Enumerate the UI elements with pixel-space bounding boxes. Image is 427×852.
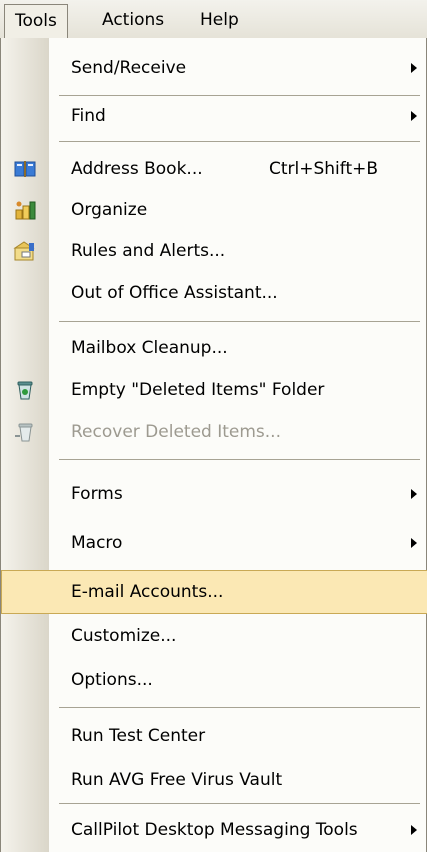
menu-item-label: Rules and Alerts... bbox=[71, 241, 226, 261]
address-book-icon bbox=[14, 161, 36, 177]
menu-item-label: Find bbox=[71, 106, 106, 126]
menu-actions[interactable]: Actions bbox=[92, 4, 174, 38]
menu-item-label: Run Test Center bbox=[71, 726, 206, 746]
rules-icon bbox=[13, 241, 35, 261]
menu-item-label: Address Book... bbox=[71, 159, 203, 179]
menu-item-mailbox-cleanup[interactable]: Mailbox Cleanup... bbox=[1, 326, 427, 370]
menu-item-run-avg-virus-vault[interactable]: Run AVG Free Virus Vault bbox=[1, 758, 427, 802]
recover-icon bbox=[15, 423, 33, 442]
menu-item-macro[interactable]: Macro bbox=[1, 521, 427, 565]
menu-help[interactable]: Help bbox=[190, 4, 249, 38]
shortcut-text: Ctrl+Shift+B bbox=[269, 159, 379, 179]
menu-item-label: Organize bbox=[71, 200, 148, 220]
separator bbox=[59, 141, 420, 142]
separator bbox=[59, 803, 420, 804]
menu-item-organize[interactable]: Organize bbox=[1, 188, 427, 232]
organize-icon bbox=[15, 201, 36, 220]
submenu-arrow-icon bbox=[411, 489, 417, 499]
submenu-arrow-icon bbox=[411, 63, 417, 73]
submenu-arrow-icon bbox=[411, 825, 417, 835]
menu-item-label: Options... bbox=[71, 670, 153, 690]
trash-icon bbox=[17, 381, 33, 400]
menu-item-label: CallPilot Desktop Messaging Tools bbox=[71, 820, 358, 840]
tools-dropdown-menu: Send/Receive Find Address Book... Ctrl+S… bbox=[0, 38, 427, 852]
menu-item-recover-deleted-items: Recover Deleted Items... bbox=[1, 410, 427, 454]
menu-item-find[interactable]: Find bbox=[1, 94, 427, 138]
menu-item-label: Mailbox Cleanup... bbox=[71, 338, 228, 358]
menu-item-label: Forms bbox=[71, 484, 123, 504]
menu-item-label: Recover Deleted Items... bbox=[71, 422, 281, 442]
menu-item-email-accounts[interactable]: E-mail Accounts... bbox=[1, 570, 427, 614]
menu-item-out-of-office[interactable]: Out of Office Assistant... bbox=[1, 271, 427, 315]
menu-item-label: Send/Receive bbox=[71, 58, 187, 78]
separator bbox=[59, 707, 420, 708]
menu-item-label: Out of Office Assistant... bbox=[71, 283, 278, 303]
menu-item-label: E-mail Accounts... bbox=[71, 582, 224, 602]
menu-item-address-book[interactable]: Address Book... Ctrl+Shift+B bbox=[1, 147, 427, 191]
menu-item-empty-deleted-items[interactable]: Empty "Deleted Items" Folder bbox=[1, 368, 427, 412]
menu-item-send-receive[interactable]: Send/Receive bbox=[1, 46, 427, 90]
menu-item-rules-and-alerts[interactable]: Rules and Alerts... bbox=[1, 229, 427, 273]
menu-item-label: Customize... bbox=[71, 626, 177, 646]
menu-item-callpilot-tools[interactable]: CallPilot Desktop Messaging Tools bbox=[1, 808, 427, 852]
menu-item-label: Empty "Deleted Items" Folder bbox=[71, 380, 325, 400]
menu-item-label: Macro bbox=[71, 533, 123, 553]
menu-item-forms[interactable]: Forms bbox=[1, 472, 427, 516]
menu-item-label: Run AVG Free Virus Vault bbox=[71, 770, 283, 790]
submenu-arrow-icon bbox=[411, 538, 417, 548]
separator bbox=[59, 459, 420, 460]
submenu-arrow-icon bbox=[411, 111, 417, 121]
menu-item-options[interactable]: Options... bbox=[1, 658, 427, 702]
menu-item-customize[interactable]: Customize... bbox=[1, 614, 427, 658]
menu-tools[interactable]: Tools bbox=[4, 4, 68, 38]
menu-item-run-test-center[interactable]: Run Test Center bbox=[1, 714, 427, 758]
menu-bar: Tools Actions Help bbox=[0, 0, 427, 42]
separator bbox=[59, 321, 420, 322]
